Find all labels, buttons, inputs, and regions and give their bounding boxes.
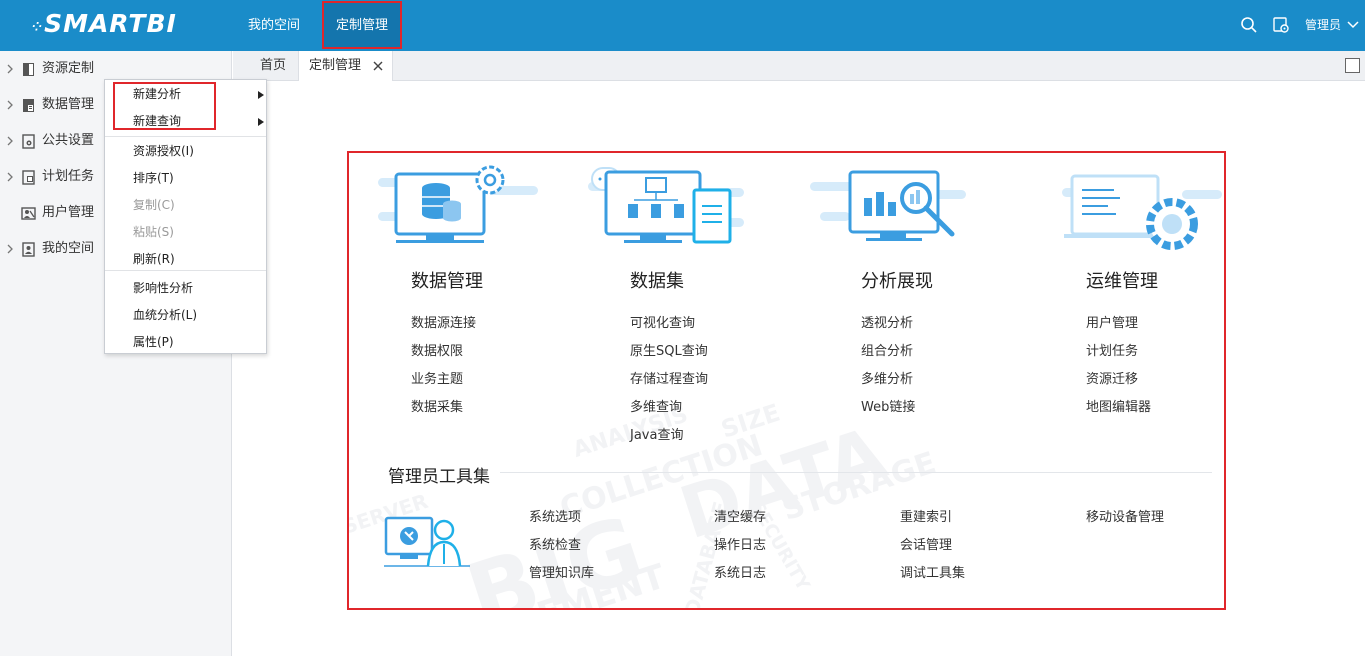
admin-tools-divider [500, 472, 1212, 473]
tab-bar [233, 51, 1365, 81]
menu-item-paste[interactable]: 粘贴(S) [105, 219, 266, 246]
my-space-icon [22, 242, 35, 257]
admin-tools-illustration [384, 516, 470, 567]
link-visual-query[interactable]: 可视化查询 [630, 312, 695, 331]
link-operation-log[interactable]: 操作日志 [714, 534, 766, 553]
resource-icon [23, 63, 34, 76]
sidebar-item-label: 数据管理 [42, 97, 95, 112]
chevron-right-icon[interactable] [6, 244, 14, 254]
link-java-query[interactable]: Java查询 [630, 424, 683, 443]
nav-my-space[interactable]: 我的空间 [236, 0, 312, 51]
data-icon [23, 99, 34, 112]
menu-item-impact-analysis[interactable]: 影响性分析 [105, 275, 266, 302]
link-resource-migration[interactable]: 资源迁移 [1086, 368, 1138, 387]
dataset-illustration [588, 167, 744, 244]
link-multidim-analysis[interactable]: 多维分析 [861, 368, 913, 387]
logo-text: SMARTBI [44, 9, 177, 38]
menu-item-properties[interactable]: 属性(P) [105, 329, 266, 356]
link-knowledge-base[interactable]: 管理知识库 [529, 562, 594, 581]
link-session-management[interactable]: 会话管理 [900, 534, 952, 553]
menu-separator [105, 136, 266, 137]
logo-mark-icon: ⁘ [32, 20, 44, 34]
category-title-operations: 运维管理 [1086, 271, 1158, 292]
top-bar: ⁘SMARTBI 我的空间 定制管理 管理员 [0, 0, 1365, 51]
submenu-arrow-icon [258, 91, 264, 99]
search-icon[interactable] [1240, 16, 1258, 34]
link-scheduled-tasks[interactable]: 计划任务 [1086, 340, 1138, 359]
link-native-sql-query[interactable]: 原生SQL查询 [630, 340, 708, 359]
sidebar-item-label: 我的空间 [42, 241, 95, 256]
link-business-theme[interactable]: 业务主题 [411, 368, 463, 387]
link-web-link[interactable]: Web链接 [861, 396, 915, 415]
chevron-right-icon[interactable] [6, 136, 14, 146]
chevron-right-icon[interactable] [6, 100, 14, 110]
close-icon[interactable] [372, 60, 384, 72]
settings-icon[interactable] [1272, 16, 1290, 34]
sidebar-item-label: 计划任务 [42, 169, 95, 184]
link-data-collection[interactable]: 数据采集 [411, 396, 463, 415]
menu-item-copy[interactable]: 复制(C) [105, 192, 266, 219]
menu-item-resource-authorization[interactable]: 资源授权(I) [105, 138, 266, 165]
link-clear-cache[interactable]: 清空缓存 [714, 506, 766, 525]
category-title-analysis: 分析展现 [861, 271, 933, 292]
link-datasource-connection[interactable]: 数据源连接 [411, 312, 476, 331]
schedule-icon [22, 170, 35, 185]
link-map-editor[interactable]: 地图编辑器 [1086, 396, 1151, 415]
link-data-permission[interactable]: 数据权限 [411, 340, 463, 359]
sidebar-item-label: 用户管理 [42, 205, 95, 220]
menu-highlight-frame [113, 82, 216, 130]
menu-item-lineage-analysis[interactable]: 血统分析(L) [105, 302, 266, 329]
link-system-log[interactable]: 系统日志 [714, 562, 766, 581]
user-admin-icon [21, 207, 36, 220]
link-mobile-device-management[interactable]: 移动设备管理 [1086, 506, 1164, 525]
analysis-illustration [810, 170, 966, 241]
link-user-management[interactable]: 用户管理 [1086, 312, 1138, 331]
menu-item-refresh[interactable]: 刷新(R) [105, 246, 266, 273]
tab-home[interactable]: 首页 [252, 51, 294, 81]
submenu-arrow-icon [258, 118, 264, 126]
data-management-illustration [378, 165, 538, 243]
link-pivot-analysis[interactable]: 透视分析 [861, 312, 913, 331]
category-title-data-management: 数据管理 [411, 271, 483, 292]
current-user[interactable]: 管理员 [1305, 0, 1341, 51]
chevron-right-icon[interactable] [6, 64, 14, 74]
sidebar-item-label: 资源定制 [42, 61, 95, 76]
chevron-right-icon[interactable] [6, 172, 14, 182]
category-title-dataset: 数据集 [630, 271, 684, 292]
sidebar-item-label: 公共设置 [42, 133, 95, 148]
menu-item-sort[interactable]: 排序(T) [105, 165, 266, 192]
link-system-check[interactable]: 系统检查 [529, 534, 581, 553]
menu-separator [105, 270, 266, 271]
maximize-button[interactable] [1345, 58, 1360, 73]
nav-custom-management[interactable]: 定制管理 [322, 1, 402, 49]
link-debug-tools[interactable]: 调试工具集 [900, 562, 965, 581]
link-system-options[interactable]: 系统选项 [529, 506, 581, 525]
operations-illustration [1062, 174, 1222, 250]
chevron-down-icon[interactable] [1346, 19, 1360, 31]
link-combined-analysis[interactable]: 组合分析 [861, 340, 913, 359]
link-multidim-query[interactable]: 多维查询 [630, 396, 682, 415]
settings-doc-icon [22, 134, 35, 149]
link-rebuild-index[interactable]: 重建索引 [900, 506, 952, 525]
link-stored-procedure-query[interactable]: 存储过程查询 [630, 368, 708, 387]
admin-tools-title: 管理员工具集 [388, 467, 490, 487]
smartbi-logo[interactable]: ⁘SMARTBI [32, 9, 177, 38]
